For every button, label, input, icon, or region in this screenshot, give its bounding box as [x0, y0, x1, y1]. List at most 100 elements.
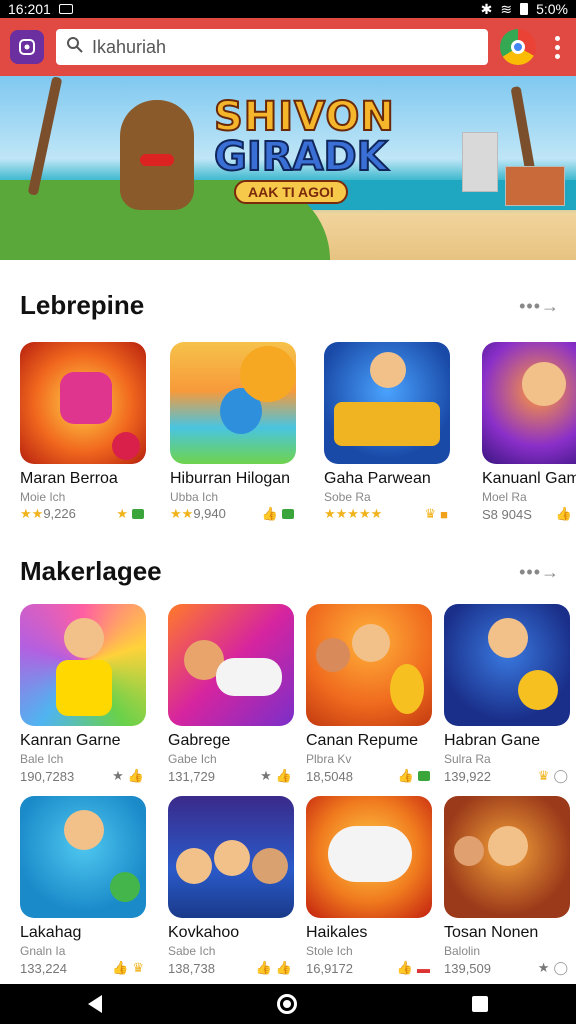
app-thumbnail — [306, 796, 432, 918]
app-card[interactable]: Habran Gane Sulra Ra 139,922 ♛ ◯ — [444, 604, 572, 784]
app-count: 139,922 — [444, 768, 491, 784]
thumb-icon: 👍 — [275, 768, 292, 783]
app-count: 133,224 — [20, 960, 67, 976]
banner-ribbon: AAK TI AGOI — [234, 180, 348, 204]
app-card[interactable]: Kovkahoo Sabe Ich 138,738 👍 👍 — [168, 796, 296, 976]
app-count: 139,509 — [444, 960, 491, 976]
back-icon[interactable] — [87, 995, 102, 1013]
wifi-icon: ≋ — [500, 0, 513, 17]
app-count: 131,729 — [168, 768, 215, 784]
crown-icon: ♛ — [132, 960, 144, 975]
app-thumbnail — [170, 342, 296, 464]
app-card[interactable]: Haikales Stole Ich 16,9172 👍 ▬ — [306, 796, 434, 976]
app-logo-icon[interactable] — [10, 30, 44, 64]
app-developer: Ubba Ich — [170, 490, 219, 504]
status-time: 16:201 — [8, 1, 51, 17]
battery-icon — [520, 3, 529, 15]
stars-icon: ★★★★★ — [324, 506, 383, 521]
app-developer: Balolin — [444, 944, 481, 958]
search-input[interactable]: Ikahuriah — [92, 37, 166, 58]
app-card[interactable]: Lakahag Gnaln Ia 133,224 👍 ♛ — [20, 796, 148, 976]
app-count: 18,5048 — [306, 768, 353, 784]
home-icon[interactable] — [276, 994, 297, 1014]
app-card[interactable]: Maran Berroa Moie Ich ★★9,226 ★ — [20, 342, 148, 522]
app-developer: Plbra Kv — [306, 752, 352, 766]
recent-apps-icon[interactable] — [472, 996, 489, 1012]
app-developer: Gnaln Ia — [20, 944, 66, 958]
app-count: 9,226 — [43, 506, 76, 521]
featured-banner[interactable]: SHIVON GIRADK AAK TI AGOI — [0, 76, 576, 260]
app-bar: Ikahuriah — [0, 18, 576, 76]
search-bar[interactable]: Ikahuriah — [56, 29, 488, 65]
app-card[interactable]: Gaha Parwean Sobe Ra ★★★★★ ♛ ■ — [324, 342, 452, 522]
app-developer: Gabe Ich — [168, 752, 217, 766]
app-thumbnail — [444, 604, 570, 726]
red-badge-icon: ▬ — [417, 960, 430, 976]
app-count: 9,940 — [193, 506, 226, 521]
app-name: Habran Gane — [444, 732, 541, 749]
app-name: Kanran Garne — [20, 732, 121, 749]
app-card[interactable]: Hiburran Hilogan Ubba Ich ★★9,940 👍 — [170, 342, 298, 522]
app-card[interactable]: Canan Repume Plbra Kv 18,5048 👍 — [306, 604, 434, 784]
crown-icon: ♛ — [424, 506, 437, 521]
app-developer: Bale Ich — [20, 752, 64, 766]
app-name: Hiburran Hilogan — [170, 470, 291, 487]
notification-icon — [58, 4, 73, 14]
app-name: Tosan Nonen — [444, 924, 539, 941]
circle-icon: ◯ — [553, 960, 568, 975]
house-icon — [505, 166, 565, 206]
app-count: 138,738 — [168, 960, 215, 976]
app-developer: Sabe Ich — [168, 944, 216, 958]
app-thumbnail — [20, 796, 146, 918]
app-thumbnail — [444, 796, 570, 918]
app-thumbnail — [324, 342, 450, 464]
app-count: 16,9172 — [306, 960, 353, 976]
green-badge-icon — [418, 771, 430, 781]
app-card[interactable]: Gabrege Gabe Ich 131,729 ★ 👍 — [168, 604, 296, 784]
section-more-arrow-icon[interactable]: •••→ — [519, 562, 560, 583]
thumb-icon: 👍 — [261, 506, 278, 521]
circle-icon: ◯ — [553, 768, 568, 783]
app-name: Canan Repume — [306, 732, 419, 749]
thumb-icon: 👍 — [127, 768, 144, 783]
thumb-icon: 👍 — [275, 960, 292, 975]
app-developer: Stole Ich — [306, 944, 353, 958]
palm-tree-icon — [27, 76, 63, 196]
app-developer: Moie Ich — [20, 490, 66, 504]
app-thumbnail — [168, 604, 294, 726]
crown-icon: ♛ — [537, 768, 550, 783]
bluetooth-icon: ✱ — [480, 0, 493, 17]
green-badge-icon — [132, 509, 144, 519]
stars-icon: ★★ — [20, 506, 44, 521]
app-developer: Sobe Ra — [324, 490, 371, 504]
thumb-icon: 👍 — [255, 960, 272, 975]
app-name: Maran Berroa — [20, 470, 118, 487]
app-name: Gaha Parwean — [324, 470, 431, 487]
app-thumbnail — [482, 342, 576, 464]
app-name: Lakahag — [20, 924, 82, 941]
app-thumbnail — [20, 604, 146, 726]
stars-icon: ★★ — [170, 506, 194, 521]
section-more-arrow-icon[interactable]: •••→ — [519, 296, 560, 317]
app-card[interactable]: Tosan Nonen Balolin 139,509 ★ ◯ — [444, 796, 572, 976]
star-icon: ★ — [260, 768, 272, 783]
thumb-icon: 👍 — [396, 960, 413, 975]
app-developer: Moel Ra — [482, 490, 527, 504]
app-count: 190,7283 — [20, 768, 75, 784]
thumb-icon: 👍 — [397, 768, 414, 783]
app-name: Kanuanl Gamr — [482, 470, 576, 487]
app-name: Gabrege — [168, 732, 231, 749]
system-nav-bar — [0, 984, 576, 1024]
star-icon: ★ — [112, 768, 124, 783]
more-options-icon[interactable] — [548, 35, 566, 59]
app-card[interactable]: Kanran Garne Bale Ich 190,7283 ★ 👍 — [20, 604, 148, 784]
battery-text: 5:0% — [536, 1, 568, 17]
app-card[interactable]: Kanuanl Gamr Moel Ra S8 904S 👍 — [482, 342, 576, 522]
browser-icon[interactable] — [500, 29, 536, 65]
app-count: S8 904S — [482, 506, 532, 522]
app-developer: Sulra Ra — [444, 752, 491, 766]
section-more-games: Lakahag Gnaln Ia 133,224 👍 ♛ Kovkahoo Sab… — [0, 796, 576, 980]
star-icon: ★ — [537, 960, 550, 975]
section-title: Makerlagee — [20, 556, 162, 586]
bag-icon: ■ — [440, 506, 448, 522]
